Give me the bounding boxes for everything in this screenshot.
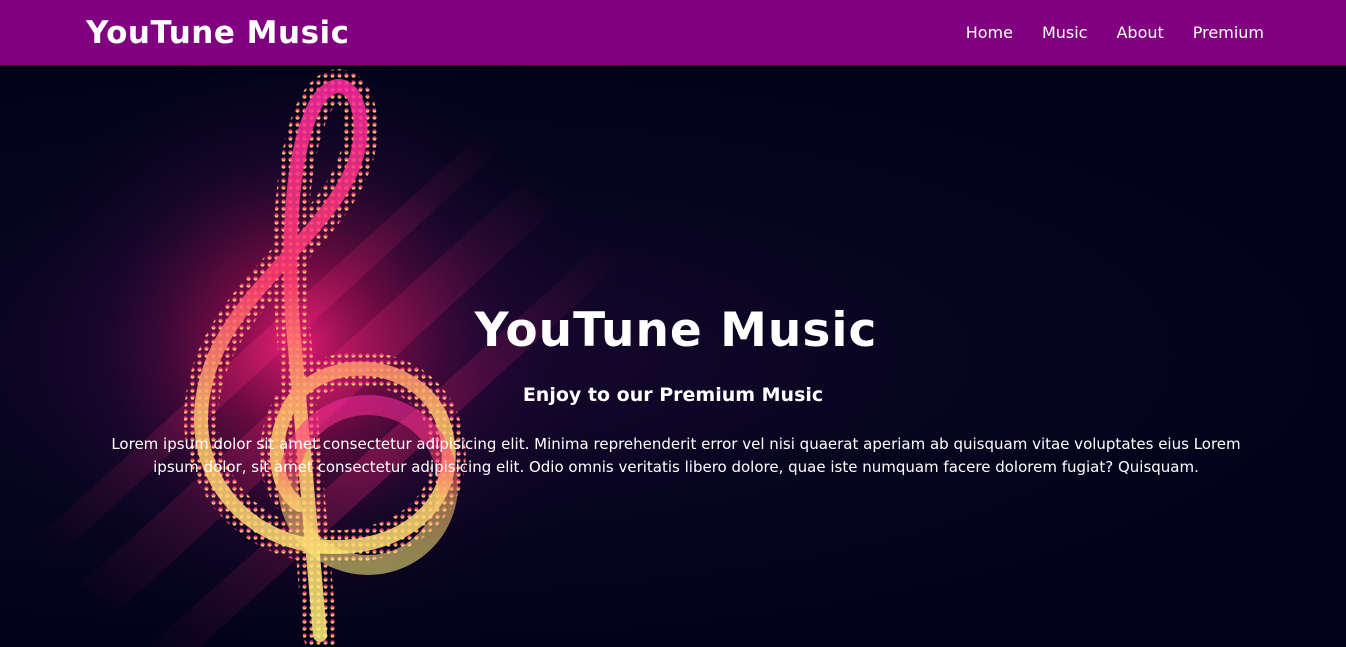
- nav-item-home: Home: [966, 23, 1013, 42]
- nav-item-about: About: [1116, 23, 1163, 42]
- nav-item-premium: Premium: [1193, 23, 1264, 42]
- nav-link-premium[interactable]: Premium: [1193, 23, 1264, 42]
- nav-link-home[interactable]: Home: [966, 23, 1013, 42]
- nav-link-about[interactable]: About: [1116, 23, 1163, 42]
- hero-title: YouTune Music: [474, 303, 878, 358]
- nav-item-music: Music: [1042, 23, 1088, 42]
- hero-description: Lorem ipsum dolor sit amet consectetur a…: [111, 435, 1241, 476]
- brand-logo[interactable]: YouTune Music: [86, 15, 350, 51]
- nav-links: Home Music About Premium: [966, 23, 1264, 42]
- hero-section: YouTune Music Enjoy to our Premium Music…: [0, 65, 1346, 647]
- nav-link-music[interactable]: Music: [1042, 23, 1088, 42]
- hero-subtitle: Enjoy to our Premium Music: [522, 384, 824, 406]
- top-navbar: YouTune Music Home Music About Premium: [0, 0, 1346, 65]
- hero-content: YouTune Music Enjoy to our Premium Music…: [0, 65, 1346, 647]
